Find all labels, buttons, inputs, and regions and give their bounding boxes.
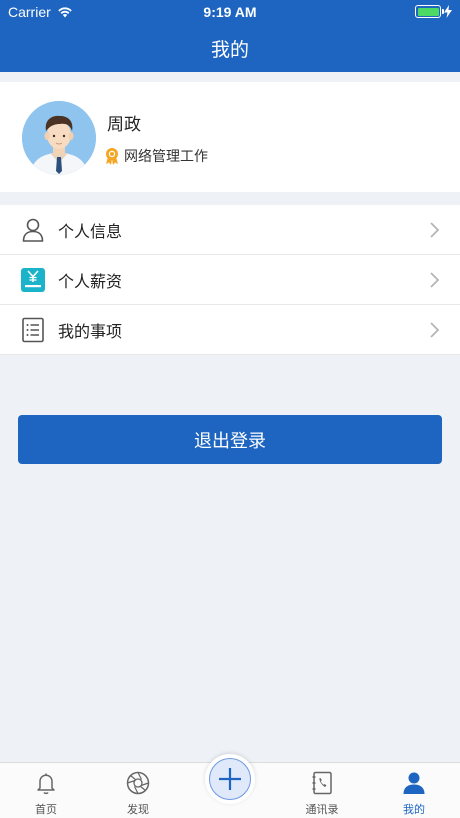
tab-mine[interactable]: 我的 <box>368 763 460 818</box>
menu-item-label: 我的事项 <box>58 321 123 341</box>
logout-button[interactable]: 退出登录 <box>18 415 442 464</box>
plus-icon <box>219 768 241 790</box>
menu-item-label: 个人信息 <box>58 221 123 241</box>
tab-label: 首页 <box>35 803 57 816</box>
charging-bolt-icon <box>444 5 452 18</box>
user-icon <box>403 772 425 794</box>
chevron-right-icon <box>430 322 440 338</box>
menu-list: 个人信息 个人薪资 我的事项 <box>0 205 460 355</box>
profile-card[interactable]: 周政 网络管理工作 <box>0 82 460 192</box>
battery-icon <box>415 5 444 18</box>
menu-item-salary[interactable]: 个人薪资 <box>0 255 460 305</box>
status-bar: Carrier 9:19 AM <box>0 0 460 24</box>
menu-item-my-tasks[interactable]: 我的事项 <box>0 305 460 355</box>
contacts-icon <box>312 771 332 795</box>
menu-item-personal-info[interactable]: 个人信息 <box>0 205 460 255</box>
avatar[interactable] <box>22 101 96 175</box>
tab-discover[interactable]: 发现 <box>92 763 184 818</box>
profile-role-row: 网络管理工作 <box>104 146 208 166</box>
tab-label: 通讯录 <box>305 803 339 816</box>
tab-label: 我的 <box>403 803 425 816</box>
logout-button-label: 退出登录 <box>194 430 266 452</box>
page-title: 我的 <box>210 38 249 61</box>
bell-icon <box>37 773 55 795</box>
profile-name: 周政 <box>107 115 141 135</box>
aperture-icon <box>126 771 150 795</box>
profile-role: 网络管理工作 <box>124 149 208 165</box>
menu-item-label: 个人薪资 <box>58 271 123 291</box>
salary-icon <box>21 268 45 292</box>
chevron-right-icon <box>430 222 440 238</box>
tab-contacts[interactable]: 通讯录 <box>276 763 368 818</box>
battery-group <box>415 5 452 18</box>
person-icon <box>22 218 44 242</box>
status-time: 9:19 AM <box>203 4 257 20</box>
tab-home[interactable]: 首页 <box>0 763 92 818</box>
add-button[interactable] <box>205 754 255 804</box>
chevron-right-icon <box>430 272 440 288</box>
list-icon <box>22 317 44 343</box>
badge-icon <box>106 148 118 165</box>
tab-label: 发现 <box>127 803 149 816</box>
plus-circle <box>209 758 251 800</box>
avatar-illustration <box>22 101 96 175</box>
nav-bar: 我的 <box>0 24 460 72</box>
